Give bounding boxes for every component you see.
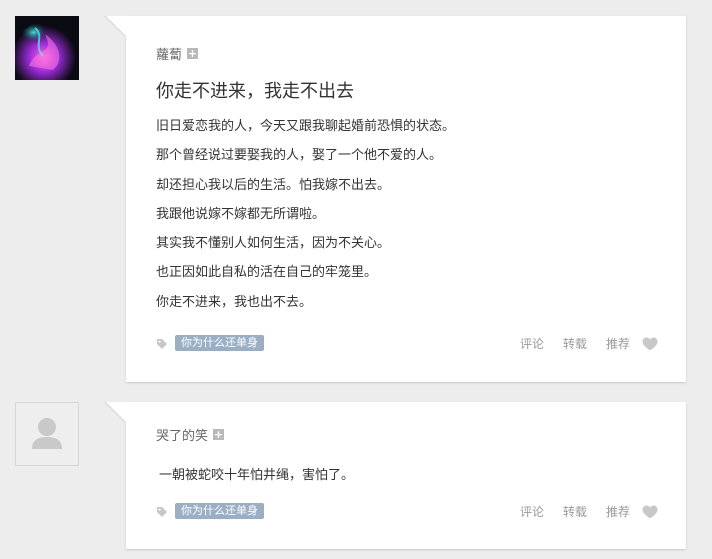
post-text-line: 你走不进来，我也出不去。 [156,294,313,310]
plus-icon[interactable]: + [187,48,199,59]
post-text-line: 其实我不懂别人如何生活，因为不关心。 [156,236,391,252]
avatar[interactable] [15,16,79,80]
author-name[interactable]: 蘿蔔 [156,44,182,63]
post-card-2: 哭了的笑 + 一朝被蛇咬十年怕井绳，害怕了。 你为什么还单身 评论 转载 推荐 [0,395,712,559]
avatar-image [15,16,79,80]
post-title[interactable]: 你走不进来，我走不出去 [156,77,354,103]
post-actions: 评论 转载 推荐 [520,503,658,520]
plus-icon[interactable]: + [213,429,225,440]
tag-icon [157,507,167,517]
author-row: 哭了的笑 + [156,425,225,444]
person-icon [32,418,62,449]
post-text: 旧日爱恋我的人，今天又跟我聊起婚前恐惧的状态。 那个曾经说过要娶我的人，娶了一个… [156,118,455,323]
tag-icon [157,339,167,349]
post-text-line: 那个曾经说过要娶我的人，娶了一个他不爱的人。 [156,148,443,164]
tag-chip[interactable]: 你为什么还单身 [175,335,264,351]
tag-chip[interactable]: 你为什么还单身 [175,503,264,519]
post-actions: 评论 转载 推荐 [520,335,658,352]
avatar[interactable] [15,402,79,466]
post-body: 哭了的笑 + 一朝被蛇咬十年怕井绳，害怕了。 你为什么还单身 评论 转载 推荐 [104,402,686,549]
card-tab [106,402,126,422]
post-text-line: 也正因如此自私的活在自己的牢笼里。 [156,265,378,281]
post-card-1: 蘿蔔 + 你走不进来，我走不出去 旧日爱恋我的人，今天又跟我聊起婚前恐惧的状态。… [0,0,712,395]
post-text-line: 却还担心我以后的生活。怕我嫁不出去。 [156,177,391,193]
author-name[interactable]: 哭了的笑 [156,425,208,444]
comment-button[interactable]: 评论 [520,503,544,520]
card-tab [106,16,126,36]
post-text: 一朝被蛇咬十年怕井绳，害怕了。 [159,468,355,483]
author-row: 蘿蔔 + [156,44,199,63]
heart-icon[interactable] [642,505,658,519]
recommend-button[interactable]: 推荐 [606,503,630,520]
heart-icon[interactable] [642,337,658,351]
post-text-line: 我跟他说嫁不嫁都无所谓啦。 [156,206,326,222]
post-footer: 你为什么还单身 评论 转载 推荐 [156,334,658,354]
post-footer: 你为什么还单身 评论 转载 推荐 [156,502,658,522]
post-text-line: 旧日爱恋我的人，今天又跟我聊起婚前恐惧的状态。 [156,119,456,134]
repost-button[interactable]: 转载 [563,503,587,520]
post-body: 蘿蔔 + 你走不进来，我走不出去 旧日爱恋我的人，今天又跟我聊起婚前恐惧的状态。… [104,16,686,382]
repost-button[interactable]: 转载 [563,335,587,352]
recommend-button[interactable]: 推荐 [606,335,630,352]
comment-button[interactable]: 评论 [520,335,544,352]
